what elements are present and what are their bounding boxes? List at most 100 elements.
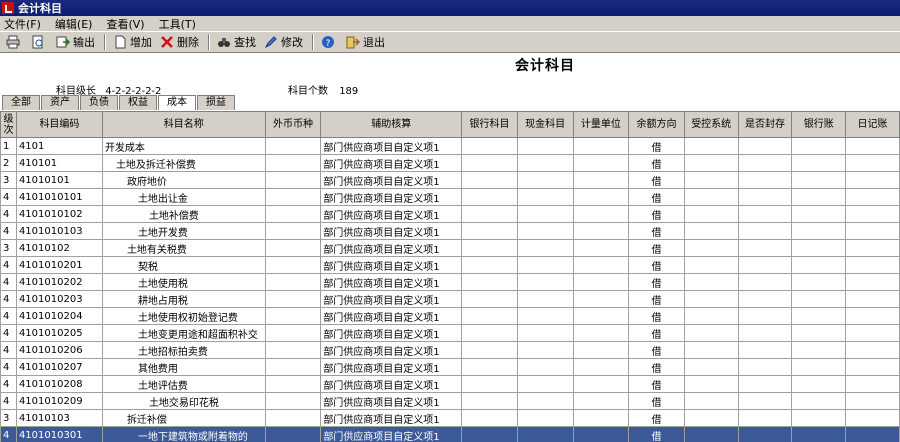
cell-name: 土地补偿费 <box>101 205 266 223</box>
tab-all[interactable]: 全部 <box>2 95 40 110</box>
cell-aux: 部门供应商项目自定义项1 <box>320 256 463 274</box>
column-header[interactable]: 现金科目 <box>516 111 574 138</box>
table-row[interactable]: 3 41010101 政府地价 部门供应商项目自定义项1 借 <box>0 171 900 189</box>
table-row[interactable]: 4 4101010201 契税 部门供应商项目自定义项1 借 <box>0 256 900 274</box>
cell-daily-journal <box>845 426 900 442</box>
table-row[interactable]: 4 4101010301 一地下建筑物或附着物的 部门供应商项目自定义项1 借 <box>0 426 900 442</box>
cell-bank-journal <box>791 307 847 325</box>
cell-direction: 借 <box>628 290 685 308</box>
table-row[interactable]: 2 410101 土地及拆迁补偿费 部门供应商项目自定义项1 借 <box>0 154 900 172</box>
column-header[interactable]: 级次 <box>0 111 17 138</box>
exit-button[interactable]: 退出 <box>343 33 388 51</box>
cell-daily-journal <box>845 256 900 274</box>
cell-bank-journal <box>791 205 847 223</box>
tab-assets[interactable]: 资产 <box>41 95 79 110</box>
column-header[interactable]: 科目编码 <box>15 111 103 138</box>
table-row[interactable]: 4 4101010206 土地招标拍卖费 部门供应商项目自定义项1 借 <box>0 341 900 359</box>
column-header[interactable]: 是否封存 <box>737 111 793 138</box>
table-body: 1 4101 开发成本 部门供应商项目自定义项1 借 2 410101 土地及拆迁补偿费 部门供… <box>0 137 900 442</box>
cell-unit <box>572 171 630 189</box>
cell-controlled <box>683 188 739 206</box>
help-button[interactable]: ? <box>318 33 341 51</box>
cell-controlled <box>683 392 739 410</box>
table-row[interactable]: 3 41010102 土地有关税费 部门供应商项目自定义项1 借 <box>0 239 900 257</box>
cell-currency <box>264 392 322 410</box>
cell-daily-journal <box>845 188 900 206</box>
cell-controlled <box>683 171 739 189</box>
menu-edit[interactable]: 编辑(E) <box>55 16 93 32</box>
print-button[interactable] <box>3 33 26 51</box>
cell-direction: 借 <box>628 137 685 155</box>
table-row[interactable]: 4 4101010203 耕地占用税 部门供应商项目自定义项1 借 <box>0 290 900 308</box>
table-row[interactable]: 4 4101010208 土地评估费 部门供应商项目自定义项1 借 <box>0 375 900 393</box>
cell-controlled <box>683 426 739 442</box>
table-row[interactable]: 4 4101010202 土地使用税 部门供应商项目自定义项1 借 <box>0 273 900 291</box>
column-header[interactable]: 辅助核算 <box>320 111 463 138</box>
find-button[interactable]: 查找 <box>214 33 259 51</box>
menu-view[interactable]: 查看(V) <box>106 16 144 32</box>
cell-sealed <box>737 290 793 308</box>
menu-tools[interactable]: 工具(T) <box>159 16 196 32</box>
cell-sealed <box>737 171 793 189</box>
cell-controlled <box>683 256 739 274</box>
cell-bank <box>461 426 518 442</box>
modify-button[interactable]: 修改 <box>261 33 306 51</box>
column-header[interactable]: 余额方向 <box>628 111 685 138</box>
new-document-icon <box>115 35 126 49</box>
tab-equity[interactable]: 权益 <box>119 95 157 110</box>
cell-level: 4 <box>0 188 17 206</box>
add-button[interactable]: 增加 <box>110 33 155 51</box>
column-header[interactable]: 日记账 <box>845 111 900 138</box>
column-header[interactable]: 科目名称 <box>101 111 266 138</box>
table-row[interactable]: 4 4101010101 土地出让金 部门供应商项目自定义项1 借 <box>0 188 900 206</box>
cell-code: 4101010205 <box>15 324 103 342</box>
cell-cash <box>516 171 574 189</box>
table-row[interactable]: 4 4101010207 其他费用 部门供应商项目自定义项1 借 <box>0 358 900 376</box>
cell-level: 4 <box>0 290 17 308</box>
tab-profit-loss[interactable]: 损益 <box>197 95 235 110</box>
cell-direction: 借 <box>628 324 685 342</box>
cell-aux: 部门供应商项目自定义项1 <box>320 392 463 410</box>
cell-sealed <box>737 324 793 342</box>
report-title: 会计科目 <box>515 58 575 74</box>
column-header[interactable]: 银行账 <box>791 111 847 138</box>
table-row[interactable]: 4 4101010103 土地开发费 部门供应商项目自定义项1 借 <box>0 222 900 240</box>
cell-unit <box>572 426 630 442</box>
cell-bank <box>461 358 518 376</box>
column-header[interactable]: 计量单位 <box>572 111 630 138</box>
cell-currency <box>264 256 322 274</box>
column-header[interactable]: 受控系统 <box>683 111 739 138</box>
table-row[interactable]: 4 4101010102 土地补偿费 部门供应商项目自定义项1 借 <box>0 205 900 223</box>
cell-code: 4101010206 <box>15 341 103 359</box>
column-header[interactable]: 银行科目 <box>461 111 518 138</box>
table-row[interactable]: 1 4101 开发成本 部门供应商项目自定义项1 借 <box>0 137 900 155</box>
cell-direction: 借 <box>628 307 685 325</box>
table-row[interactable]: 4 4101010205 土地变更用途和超面积补交 部门供应商项目自定义项1 借 <box>0 324 900 342</box>
app-logo-icon <box>2 2 14 14</box>
cell-direction: 借 <box>628 426 685 442</box>
column-header[interactable]: 外币币种 <box>264 111 322 138</box>
table-row[interactable]: 4 4101010209 土地交易印花税 部门供应商项目自定义项1 借 <box>0 392 900 410</box>
preview-button[interactable] <box>28 33 51 51</box>
cell-bank-journal <box>791 239 847 257</box>
output-button[interactable]: 输出 <box>53 33 98 51</box>
cell-sealed <box>737 375 793 393</box>
cell-aux: 部门供应商项目自定义项1 <box>320 205 463 223</box>
table-row[interactable]: 4 4101010204 土地使用权初始登记费 部门供应商项目自定义项1 借 <box>0 307 900 325</box>
cell-bank <box>461 273 518 291</box>
cell-cash <box>516 154 574 172</box>
delete-button[interactable]: 删除 <box>157 33 202 51</box>
cell-direction: 借 <box>628 222 685 240</box>
cell-sealed <box>737 239 793 257</box>
tab-liabilities[interactable]: 负债 <box>80 95 118 110</box>
cell-direction: 借 <box>628 205 685 223</box>
table-row[interactable]: 3 41010103 拆迁补偿 部门供应商项目自定义项1 借 <box>0 409 900 427</box>
menu-file[interactable]: 文件(F) <box>4 16 41 32</box>
cell-bank-journal <box>791 426 847 442</box>
cell-aux: 部门供应商项目自定义项1 <box>320 137 463 155</box>
cell-aux: 部门供应商项目自定义项1 <box>320 171 463 189</box>
cell-level: 1 <box>0 137 17 155</box>
tab-cost[interactable]: 成本 <box>158 95 196 110</box>
cell-bank-journal <box>791 290 847 308</box>
cell-cash <box>516 409 574 427</box>
